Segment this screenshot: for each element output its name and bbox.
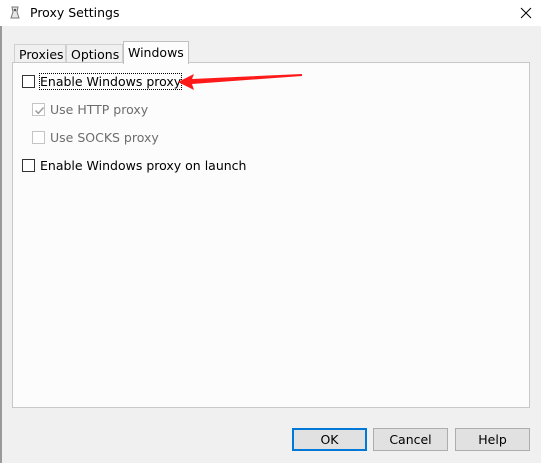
cancel-button[interactable]: Cancel [373,428,448,451]
tab-proxies[interactable]: Proxies [14,44,66,63]
red-annotation-arrow [178,74,302,90]
use-http-proxy-option[interactable]: Use HTTP proxy [32,102,162,118]
tab-options[interactable]: Options [66,44,123,63]
use-http-proxy-checkbox[interactable] [32,103,45,116]
app-icon [10,6,20,19]
enable-windows-proxy-option[interactable]: Enable Windows proxy [22,73,183,90]
use-socks-proxy-checkbox[interactable] [32,131,45,144]
use-http-proxy-label: Use HTTP proxy [50,102,149,117]
use-socks-proxy-option[interactable]: Use SOCKS proxy [32,130,172,146]
window-title: Proxy Settings [30,5,120,20]
tab-windows[interactable]: Windows [123,41,189,64]
enable-windows-proxy-checkbox[interactable] [22,75,35,88]
proxy-settings-dialog: Proxy Settings Proxies Options Windows E… [0,0,541,463]
help-button[interactable]: Help [455,428,530,451]
enable-on-launch-option[interactable]: Enable Windows proxy on launch [22,158,252,174]
enable-on-launch-checkbox[interactable] [22,159,35,172]
checkmark-icon [35,107,45,115]
close-button[interactable] [511,0,541,26]
enable-windows-proxy-label[interactable]: Enable Windows proxy [38,73,183,90]
close-icon [520,7,532,19]
title-bar[interactable]: Proxy Settings [0,0,541,26]
enable-on-launch-label: Enable Windows proxy on launch [40,158,247,173]
left-window-edge [0,26,2,463]
ok-button[interactable]: OK [292,428,367,451]
use-socks-proxy-label: Use SOCKS proxy [50,130,159,145]
